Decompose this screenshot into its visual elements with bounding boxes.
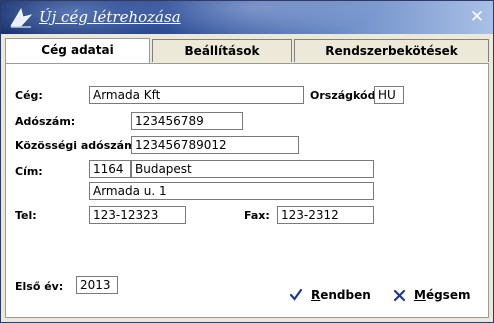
orszagkod-label: Országkód bbox=[310, 89, 376, 102]
tel-label: Tel: bbox=[15, 209, 37, 222]
window-title: Új cég létrehozása bbox=[39, 8, 181, 26]
close-icon[interactable]: ✕ bbox=[469, 9, 485, 26]
app-logo-icon bbox=[10, 7, 33, 28]
tel-field[interactable]: 123-12323 bbox=[89, 206, 186, 224]
ceg-label: Cég: bbox=[15, 89, 43, 102]
ok-button[interactable]: Rendben bbox=[289, 284, 371, 306]
tab-panel: Cég: Armada Kft Országkód HU Adószám: 12… bbox=[5, 63, 489, 318]
kozossegi-adoszam-label: Közösségi adószám: bbox=[15, 139, 140, 152]
dialog-window: Új cég létrehozása ✕ Cég adatai Beállítá… bbox=[0, 0, 494, 323]
cim-label: Cím: bbox=[15, 165, 43, 178]
ok-button-accelerator: R bbox=[311, 288, 321, 302]
fax-field[interactable]: 123-2312 bbox=[277, 206, 374, 224]
orszagkod-field[interactable]: HU bbox=[374, 86, 404, 104]
tab-rendszerbekotesek[interactable]: Rendszerbekötések bbox=[294, 39, 489, 62]
ceg-field[interactable]: Armada Kft bbox=[89, 86, 304, 104]
cancel-button-label: égsem bbox=[425, 288, 471, 302]
kozossegi-adoszam-field[interactable]: 123456789012 bbox=[131, 136, 299, 154]
title-bar[interactable]: Új cég létrehozása ✕ bbox=[1, 1, 493, 34]
cancel-button[interactable]: Mégsem bbox=[393, 284, 470, 306]
zip-field[interactable]: 1164 bbox=[89, 160, 131, 178]
cancel-button-accelerator: M bbox=[414, 288, 426, 302]
ok-button-label: endben bbox=[320, 288, 371, 302]
city-field[interactable]: Budapest bbox=[131, 160, 374, 178]
tab-ceg-adatai[interactable]: Cég adatai bbox=[5, 38, 150, 63]
fax-label: Fax: bbox=[244, 209, 270, 222]
tab-strip: Cég adatai Beállítások Rendszerbekötések bbox=[3, 38, 491, 63]
checkmark-icon bbox=[289, 288, 303, 301]
street-field[interactable]: Armada u. 1 bbox=[89, 182, 374, 200]
x-cancel-icon bbox=[393, 289, 406, 301]
elso-ev-field[interactable]: 2013 bbox=[76, 276, 118, 294]
tab-beallitasok[interactable]: Beállítások bbox=[152, 39, 292, 62]
elso-ev-label: Első év: bbox=[15, 280, 64, 293]
adoszam-label: Adószám: bbox=[15, 115, 76, 128]
adoszam-field[interactable]: 123456789 bbox=[131, 112, 243, 130]
